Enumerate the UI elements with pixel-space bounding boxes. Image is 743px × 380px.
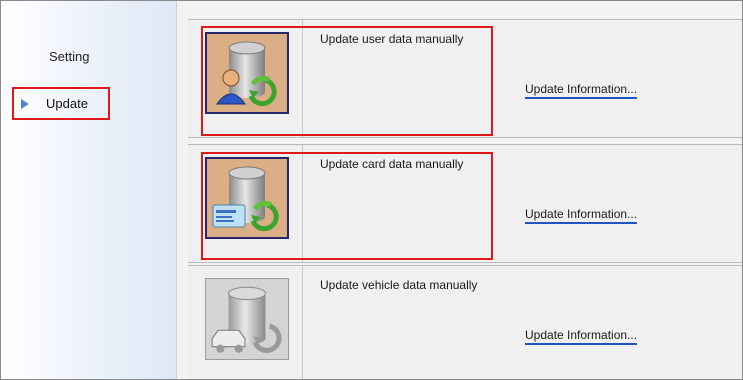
update-card-button[interactable]	[205, 157, 289, 239]
row-title: Update card data manually	[320, 157, 464, 171]
update-information-link[interactable]: Update Information...	[525, 207, 638, 224]
user-database-sync-icon	[207, 34, 287, 112]
update-information-link[interactable]: Update Information...	[525, 82, 638, 99]
update-user-row: Update user data manually Update Informa…	[188, 19, 742, 138]
row-divider	[302, 145, 303, 262]
card-database-sync-icon	[207, 159, 287, 237]
sidebar: Setting Update	[1, 1, 177, 379]
row-divider	[302, 20, 303, 137]
update-vehicle-row: Update vehicle data manually Update Info…	[188, 265, 742, 379]
update-panel: Update user data manually Update Informa…	[188, 1, 742, 379]
vehicle-database-sync-icon	[206, 279, 288, 359]
row-divider	[302, 266, 303, 379]
update-window: Setting Update Update user data manually…	[0, 0, 743, 380]
sidebar-item-label: Update	[46, 96, 88, 111]
sidebar-item-update[interactable]: Update	[12, 87, 110, 120]
row-title: Update user data manually	[320, 32, 464, 46]
update-card-row: Update card data manually Update Informa…	[188, 144, 742, 263]
update-vehicle-button[interactable]	[205, 278, 289, 360]
update-user-button[interactable]	[205, 32, 289, 114]
row-title: Update vehicle data manually	[320, 278, 478, 292]
sidebar-item-setting[interactable]: Setting	[49, 49, 89, 64]
selected-arrow-icon	[21, 98, 29, 109]
update-information-link[interactable]: Update Information...	[525, 328, 638, 345]
